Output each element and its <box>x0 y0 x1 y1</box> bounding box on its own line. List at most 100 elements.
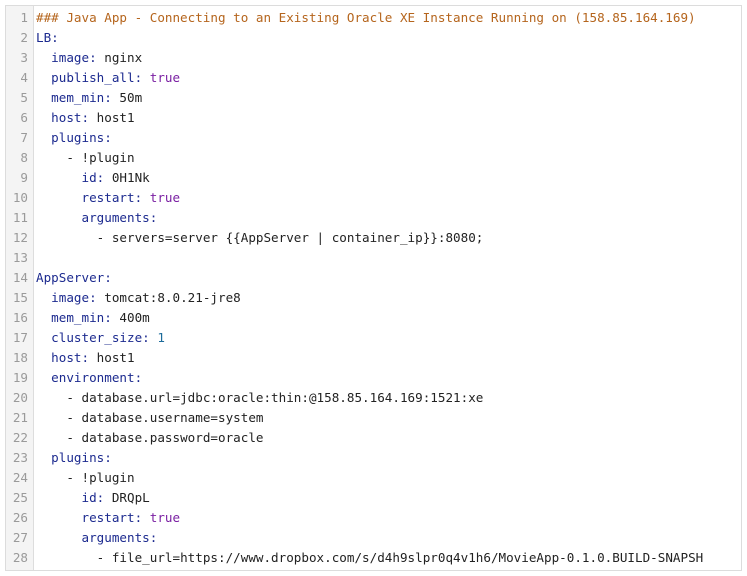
code-line: 11 arguments: <box>6 208 741 228</box>
line-number: 25 <box>12 490 28 505</box>
token-key: arguments: <box>81 210 158 225</box>
line-number: 21 <box>12 410 28 425</box>
code-line: 1 ### Java App - Connecting to an Existin… <box>6 8 741 28</box>
code-line: 2 LB: <box>6 28 741 48</box>
code-line: 13 <box>6 248 741 268</box>
line-number: 4 <box>20 70 28 85</box>
code-text: environment: <box>36 368 142 388</box>
line-number: 15 <box>12 290 28 305</box>
token-val: tomcat:8.0.21-jre8 <box>96 290 241 305</box>
code-text: plugins: <box>36 448 112 468</box>
code-text: id: 0H1Nk <box>36 168 150 188</box>
token-val: 0H1Nk <box>104 170 150 185</box>
code-text: publish_all: true <box>36 68 180 88</box>
token-key: restart: <box>81 190 143 205</box>
token-val: host1 <box>89 110 135 125</box>
code-line: 22 - database.password=oracle <box>6 428 741 448</box>
code-text: ### Java App - Connecting to an Existing… <box>36 8 696 28</box>
line-number: 14 <box>12 270 28 285</box>
token-comment: ### Java App - Connecting to an Existing… <box>36 10 696 25</box>
code-line: 3 image: nginx <box>6 48 741 68</box>
code-line: 21 - database.username=system <box>6 408 741 428</box>
code-line: 4 publish_all: true <box>6 68 741 88</box>
line-number: 2 <box>20 30 28 45</box>
code-text: id: DRQpL <box>36 488 150 508</box>
code-text: - !plugin <box>36 148 134 168</box>
code-line: 10 restart: true <box>6 188 741 208</box>
line-number: 20 <box>12 390 28 405</box>
code-text: - servers=server {{AppServer | container… <box>36 228 484 248</box>
code-editor[interactable]: 1 ### Java App - Connecting to an Existin… <box>5 5 742 571</box>
code-text: - !plugin <box>36 468 135 488</box>
line-number: 24 <box>12 470 28 485</box>
token-num: 1 <box>149 330 165 345</box>
code-line: 24 - !plugin <box>6 468 741 488</box>
line-number: 28 <box>12 550 28 565</box>
code-line: 27 arguments: <box>6 528 741 548</box>
token-key: host: <box>51 350 90 365</box>
token-kw: true <box>142 510 181 525</box>
token-key: environment: <box>51 370 143 385</box>
token-kw: true <box>142 190 181 205</box>
code-line: 5 mem_min: 50m <box>6 88 741 108</box>
line-number: 22 <box>12 430 28 445</box>
code-line: 28 - file_url=https://www.dropbox.com/s/… <box>6 548 741 568</box>
code-line: 15 image: tomcat:8.0.21-jre8 <box>6 288 741 308</box>
line-number: 27 <box>12 530 28 545</box>
code-text: cluster_size: 1 <box>36 328 165 348</box>
token-key: cluster_size: <box>51 330 150 345</box>
line-number: 19 <box>12 370 28 385</box>
token-text: - database.username=system <box>66 410 264 425</box>
line-number: 18 <box>12 350 28 365</box>
code-line: 12 - servers=server {{AppServer | contai… <box>6 228 741 248</box>
line-number: 23 <box>12 450 28 465</box>
token-key: publish_all: <box>51 70 143 85</box>
token-key: id: <box>81 170 105 185</box>
token-key: plugins: <box>51 130 112 145</box>
code-line: 19 environment: <box>6 368 741 388</box>
code-text: host: host1 <box>36 348 134 368</box>
token-key: host: <box>51 110 90 125</box>
token-val: 50m <box>111 90 143 105</box>
code-line: 7 plugins: <box>6 128 741 148</box>
line-number: 9 <box>20 170 28 185</box>
code-line: 6 host: host1 <box>6 108 741 128</box>
token-key: LB: <box>36 30 59 45</box>
code-text: host: host1 <box>36 108 135 128</box>
code-text: arguments: <box>36 208 158 228</box>
code-line: 17 cluster_size: 1 <box>6 328 741 348</box>
code-text: AppServer: <box>36 268 112 288</box>
token-text: - !plugin <box>66 470 135 485</box>
token-key: plugins: <box>51 450 112 465</box>
code-line: 18 host: host1 <box>6 348 741 368</box>
line-number: 13 <box>12 250 28 265</box>
line-number: 1 <box>20 10 28 25</box>
code-text: image: tomcat:8.0.21-jre8 <box>36 288 241 308</box>
token-key: AppServer: <box>36 270 112 285</box>
line-number: 12 <box>12 230 28 245</box>
code-line: 9 id: 0H1Nk <box>6 168 741 188</box>
token-key: restart: <box>81 510 143 525</box>
code-text: plugins: <box>36 128 112 148</box>
code-line: 26 restart: true <box>6 508 741 528</box>
code-text: - database.username=system <box>36 408 263 428</box>
line-number: 8 <box>20 150 28 165</box>
token-key: mem_min: <box>51 310 112 325</box>
